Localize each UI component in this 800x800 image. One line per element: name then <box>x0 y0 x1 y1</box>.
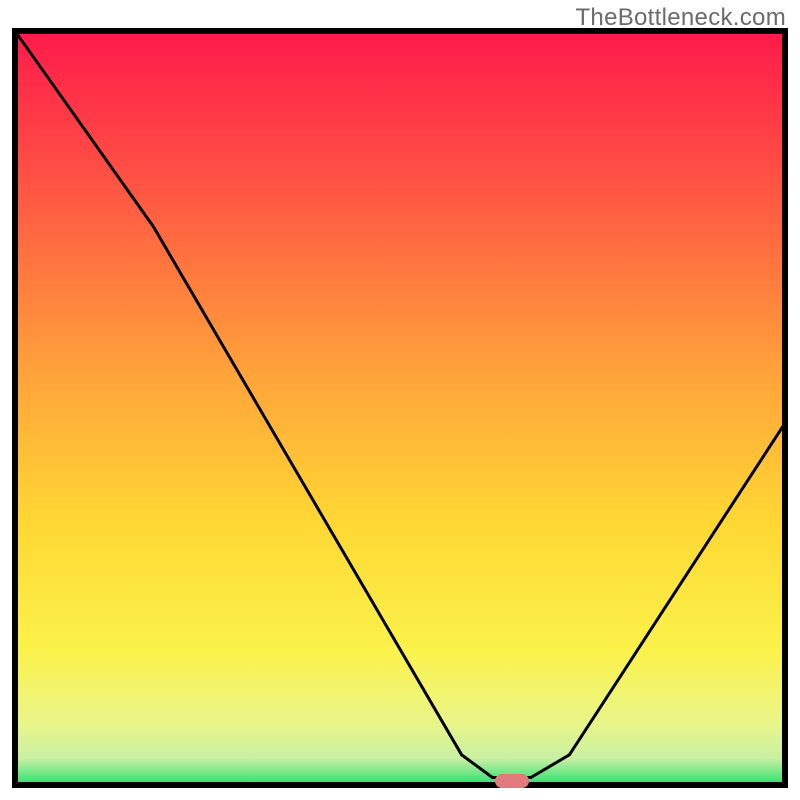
plot-area <box>12 28 788 788</box>
watermark-text: TheBottleneck.com <box>575 4 786 32</box>
gradient-background <box>15 31 785 785</box>
chart-svg <box>12 28 788 788</box>
chart-canvas: TheBottleneck.com <box>0 0 800 800</box>
optimal-marker <box>495 774 529 788</box>
